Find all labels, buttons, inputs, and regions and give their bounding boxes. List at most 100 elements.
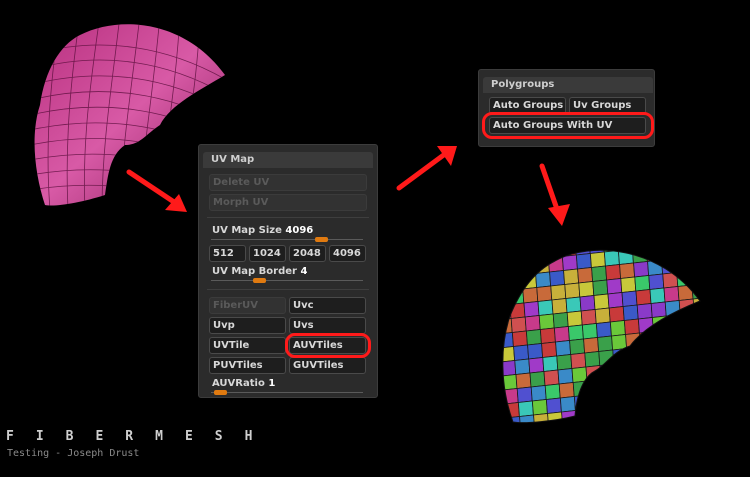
- mesh-tile: [557, 368, 574, 385]
- auvtiles-highlight-circle: [285, 333, 371, 358]
- mesh-tile: [569, 338, 586, 355]
- uv-map-size-slider-label: UV Map Size 4096: [212, 225, 313, 236]
- mesh-tile: [523, 301, 540, 318]
- size-1024-button[interactable]: 1024: [249, 245, 286, 262]
- mesh-tile: [575, 408, 592, 423]
- mesh-tile: [518, 232, 533, 248]
- mesh-tile: [560, 227, 575, 243]
- uvtile-button[interactable]: UVTile: [209, 337, 286, 354]
- mesh-tile: [558, 382, 575, 399]
- mesh-tile: [593, 293, 610, 310]
- uvc-button[interactable]: Uvc: [289, 297, 366, 314]
- mesh-tile: [606, 278, 623, 295]
- uv-map-border-slider[interactable]: [211, 280, 363, 281]
- fiber-uv-button[interactable]: FiberUV: [209, 297, 286, 314]
- puvtiles-button[interactable]: PUVTiles: [209, 357, 286, 374]
- mesh-tile: [502, 332, 514, 349]
- footer-subtitle: Testing - Joseph Drust: [7, 448, 140, 459]
- mesh-tile: [525, 329, 542, 346]
- mesh-tile: [616, 250, 633, 251]
- mesh-tile: [599, 363, 616, 380]
- mesh-tile: [524, 315, 541, 332]
- mesh-tile: [556, 354, 573, 371]
- mesh-tile: [570, 352, 587, 369]
- mesh-tile: [689, 255, 700, 272]
- size-4096-button[interactable]: 4096: [329, 245, 366, 262]
- mesh-tile: [654, 343, 671, 360]
- mesh-tile: [640, 345, 657, 362]
- mesh-tile: [528, 357, 545, 374]
- mesh-tile: [594, 307, 611, 324]
- mesh-tile: [603, 405, 620, 422]
- fibermesh-title: FIBERMESH: [6, 429, 275, 444]
- mesh-tile: [669, 356, 686, 373]
- mesh-tile: [527, 343, 544, 360]
- mesh-tile: [574, 226, 589, 241]
- mesh-tile: [685, 382, 700, 399]
- uv-map-size-slider[interactable]: [211, 239, 363, 240]
- mesh-tile: [701, 226, 705, 242]
- uv-map-panel: UV Map Delete UV Morph UV UV Map Size 40…: [198, 144, 378, 398]
- mesh-tile: [675, 256, 692, 273]
- uv-map-size-slider-knob[interactable]: [315, 237, 329, 242]
- mesh-tile: [635, 289, 652, 306]
- guvtiles-button[interactable]: GUVTiles: [289, 357, 366, 374]
- mesh-tile: [634, 275, 651, 292]
- auv-ratio-slider[interactable]: [211, 392, 363, 393]
- mesh-tile: [643, 387, 660, 404]
- mesh-tile: [544, 383, 561, 400]
- uv-map-panel-title[interactable]: UV Map: [203, 152, 373, 168]
- uv-map-size-value: 4096: [285, 225, 314, 236]
- mesh-tile: [579, 295, 596, 312]
- mesh-tile: [550, 284, 567, 301]
- delete-uv-button[interactable]: Delete UV: [209, 174, 367, 191]
- mesh-tile: [659, 399, 676, 416]
- mesh-tile: [505, 260, 522, 277]
- mesh-tile: [502, 250, 506, 251]
- mesh-tile: [504, 250, 521, 263]
- mesh-tile: [549, 270, 566, 287]
- mesh-tile: [531, 399, 548, 416]
- uv-map-border-slider-label: UV Map Border 4: [212, 266, 307, 277]
- mesh-tile: [622, 304, 639, 321]
- mesh-tile: [665, 314, 682, 331]
- mesh-tile: [629, 388, 646, 405]
- mesh-tile: [519, 414, 536, 423]
- mesh-tile: [650, 301, 667, 318]
- mesh-tile: [583, 337, 600, 354]
- mesh-tile: [700, 226, 705, 228]
- uvs-button[interactable]: Uvs: [289, 317, 366, 334]
- mesh-tile: [627, 360, 644, 377]
- mesh-tile: [603, 250, 620, 267]
- mesh-tile: [547, 256, 564, 273]
- mesh-tile: [517, 400, 534, 417]
- mesh-tile: [696, 339, 700, 356]
- auv-ratio-slider-knob[interactable]: [213, 390, 227, 395]
- mesh-tile: [591, 265, 608, 282]
- uv-map-border-slider-knob[interactable]: [252, 278, 266, 283]
- size-2048-button[interactable]: 2048: [289, 245, 326, 262]
- polygroups-panel-title[interactable]: Polygroups: [483, 77, 653, 93]
- mesh-tile: [687, 228, 702, 244]
- mesh-tile: [616, 226, 631, 237]
- size-512-button[interactable]: 512: [209, 245, 246, 262]
- mesh-tile: [702, 240, 705, 256]
- mesh-tile: [702, 396, 705, 412]
- mesh-tile: [559, 396, 576, 413]
- mesh-tile: [584, 351, 601, 368]
- mesh-tile: [673, 398, 690, 415]
- mesh-tile: [515, 372, 532, 389]
- mesh-tile: [655, 357, 672, 374]
- mesh-tile: [682, 340, 699, 357]
- mesh-tile: [687, 396, 700, 413]
- mesh-tile: [551, 298, 568, 315]
- uvp-button[interactable]: Uvp: [209, 317, 286, 334]
- mesh-tile: [631, 402, 648, 419]
- mesh-tile: [545, 397, 562, 414]
- mesh-tile: [648, 273, 665, 290]
- morph-uv-button[interactable]: Morph UV: [209, 194, 367, 211]
- mesh-tile: [503, 402, 520, 419]
- mesh-tile: [546, 229, 561, 245]
- mesh-tile: [668, 342, 685, 359]
- mesh-tile: [502, 346, 516, 363]
